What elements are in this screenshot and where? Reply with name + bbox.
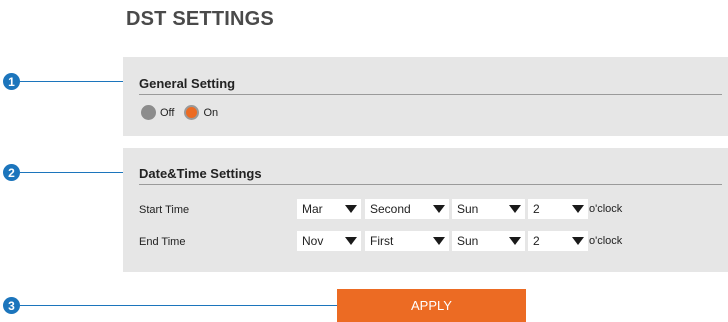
start-day-select[interactable]: Sun	[452, 199, 525, 219]
end-day-select[interactable]: Sun	[452, 231, 525, 251]
datetime-settings-title: Date&Time Settings	[139, 166, 262, 181]
radio-on[interactable]: On	[184, 105, 218, 120]
start-hour-select[interactable]: 2	[528, 199, 588, 219]
callout-line-3	[20, 305, 351, 306]
chevron-down-icon	[509, 237, 521, 245]
start-day-value: Sun	[457, 202, 479, 216]
end-month-value: Nov	[302, 234, 324, 248]
start-week-select[interactable]: Second	[365, 199, 449, 219]
page-title: DST SETTINGS	[126, 8, 274, 30]
apply-button[interactable]: APPLY	[337, 289, 526, 322]
radio-off-label: Off	[160, 106, 175, 119]
start-oclock-label: o'clock	[589, 203, 623, 215]
datetime-settings-divider	[139, 184, 722, 185]
end-time-label: End Time	[139, 236, 186, 248]
start-hour-value: 2	[533, 202, 540, 216]
chevron-down-icon	[572, 205, 584, 213]
start-month-select[interactable]: Mar	[297, 199, 361, 219]
end-hour-select[interactable]: 2	[528, 231, 588, 251]
start-time-label: Start Time	[139, 204, 190, 216]
general-setting-divider	[139, 94, 722, 95]
callout-badge-3: 3	[3, 297, 20, 314]
end-week-value: First	[370, 234, 394, 248]
chevron-down-icon	[572, 237, 584, 245]
callout-badge-2: 2	[3, 164, 20, 181]
chevron-down-icon	[433, 205, 445, 213]
end-hour-value: 2	[533, 234, 540, 248]
datetime-settings-panel: Date&Time Settings Start Time Mar Second…	[123, 148, 728, 272]
chevron-down-icon	[433, 237, 445, 245]
callout-line-2	[20, 172, 131, 173]
end-month-select[interactable]: Nov	[297, 231, 361, 251]
start-month-value: Mar	[302, 202, 323, 216]
general-setting-panel: General Setting Off On	[123, 57, 728, 136]
end-week-select[interactable]: First	[365, 231, 449, 251]
start-week-value: Second	[370, 202, 411, 216]
callout-badge-1: 1	[3, 73, 20, 90]
general-setting-title: General Setting	[139, 76, 236, 91]
end-oclock-label: o'clock	[589, 235, 623, 247]
callout-line-1	[20, 81, 131, 82]
chevron-down-icon	[345, 205, 357, 213]
radio-on-indicator[interactable]	[184, 105, 200, 120]
radio-on-label: On	[203, 106, 219, 119]
chevron-down-icon	[345, 237, 357, 245]
dst-radio-group: Off On	[141, 105, 228, 120]
end-day-value: Sun	[457, 234, 479, 248]
radio-off-indicator[interactable]	[141, 105, 156, 120]
radio-off[interactable]: Off	[141, 105, 174, 120]
chevron-down-icon	[509, 205, 521, 213]
